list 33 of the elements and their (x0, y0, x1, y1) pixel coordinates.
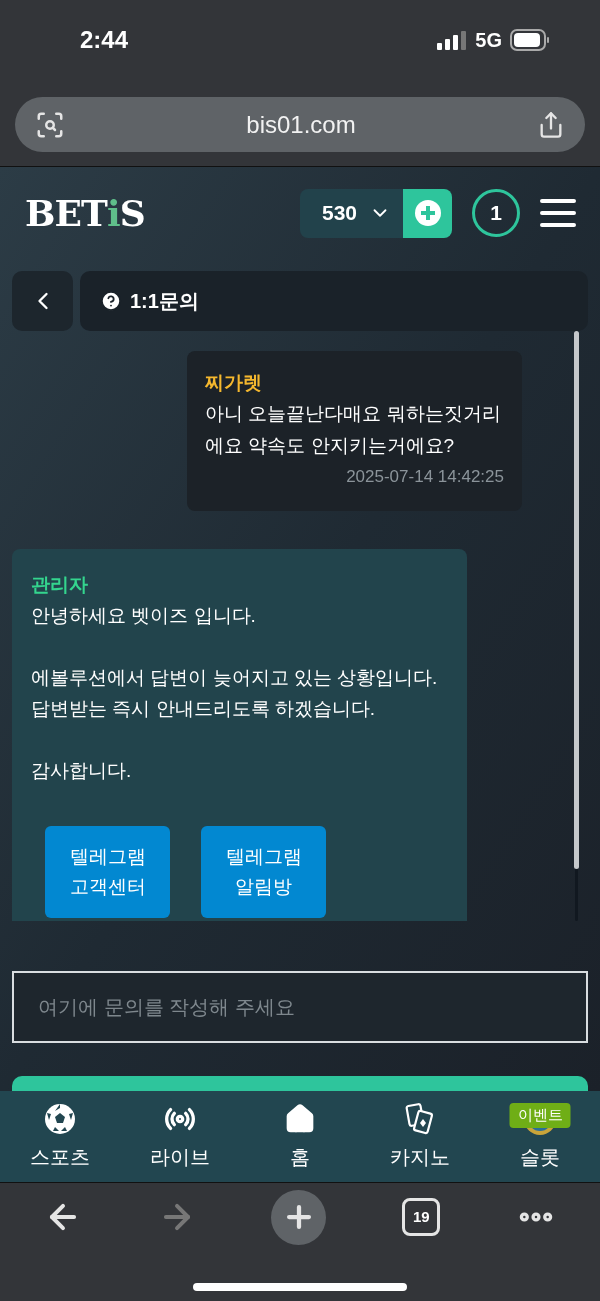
telegram-button[interactable]: 텔레그램 알림방 (201, 825, 326, 918)
balance-dropdown[interactable]: 530 (299, 188, 403, 238)
nav-tab[interactable]: 라이브 (120, 1091, 240, 1182)
url-text: bis01.com (246, 109, 356, 140)
menu-icon[interactable] (540, 198, 576, 228)
home-icon (284, 1102, 316, 1135)
tabs-button[interactable]: 19 (402, 1198, 441, 1236)
address-bar[interactable]: bis01.com (15, 97, 585, 152)
plus-circle-icon (414, 200, 441, 226)
betis-logo[interactable]: BETiS (25, 186, 145, 240)
nav-tab[interactable]: 이벤트 슬롯 (480, 1091, 600, 1182)
page-title: 1:1문의 (130, 289, 199, 314)
signal-icon (437, 30, 468, 50)
clock: 2:44 (80, 25, 129, 55)
playing-cards-icon (405, 1102, 435, 1135)
inquiry-input-field[interactable]: 여기에 문의를 작성해 주세요 (12, 971, 588, 1043)
soccer-ball-icon (44, 1102, 76, 1135)
help-icon (100, 290, 122, 312)
deposit-button[interactable] (403, 188, 452, 238)
network-label: 5G (475, 28, 502, 53)
telegram-button[interactable]: 텔레그램 고객센터 (45, 825, 170, 918)
message-author: 찌가렛 (205, 371, 263, 395)
nav-tab[interactable]: 홈 (240, 1091, 360, 1182)
event-badge: 이벤트 (509, 1103, 571, 1128)
nav-tab[interactable]: 카지노 (360, 1091, 480, 1182)
message-author: 관리자 (31, 573, 89, 597)
notification-count[interactable]: 1 (472, 189, 520, 237)
message-time: 2025-07-14 14:42:25 (345, 465, 504, 488)
battery-icon (510, 29, 550, 51)
nav-tab[interactable]: 스포츠 (0, 1091, 120, 1182)
scrollbar-thumb[interactable] (574, 331, 579, 869)
message-text: 안녕하세요 벳이즈 입니다. 에볼루션에서 답변이 늦어지고 있는 상황입니다. 답변받는 즉시 안내드리도록 하겠습니다. 감사합니다. (31, 603, 439, 783)
message-text: 아니 오늘끝난다매요 뭐하는짓거리 에요 약속도 안지키는거에요? (205, 401, 502, 458)
